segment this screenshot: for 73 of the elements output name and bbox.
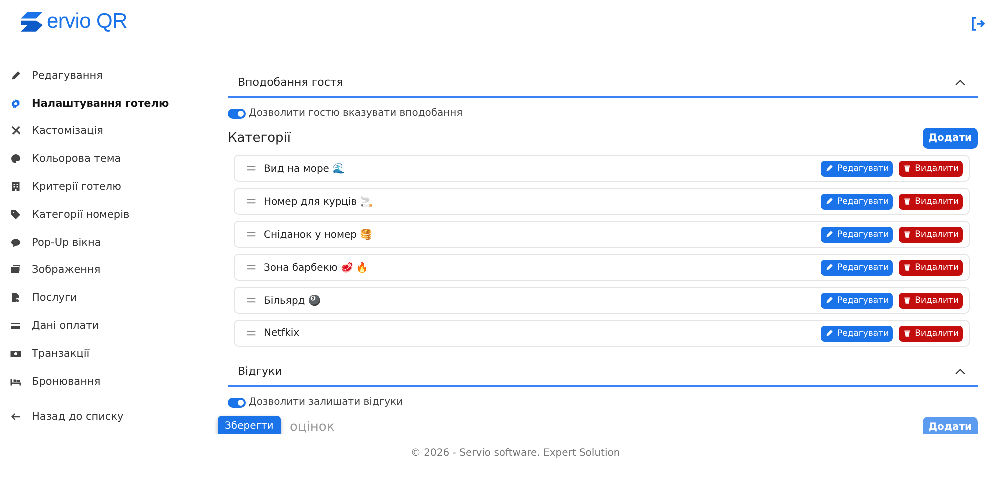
- palette-icon: [10, 153, 22, 166]
- category-name: Вид на море 🌊: [264, 162, 346, 174]
- chat-icon: [10, 236, 22, 249]
- delete-button[interactable]: Видалити: [899, 292, 963, 308]
- delete-button[interactable]: Видалити: [899, 160, 963, 176]
- toggle-switch[interactable]: [228, 108, 246, 118]
- edit-button[interactable]: Редагувати: [821, 260, 894, 276]
- edit-button[interactable]: Редагувати: [821, 160, 894, 176]
- accordion-header[interactable]: Відгуки: [228, 359, 978, 387]
- trash-icon: [903, 164, 912, 173]
- sidebar-item[interactable]: Послуги: [10, 284, 212, 312]
- logo-text: ervio QR: [47, 10, 128, 34]
- back-link[interactable]: Назад до списку: [10, 404, 212, 432]
- sidebar-item[interactable]: Категорії номерів: [10, 200, 212, 229]
- list-title: Категорії: [228, 131, 292, 146]
- delete-button[interactable]: Видалити: [899, 226, 963, 242]
- accordion-header[interactable]: Вподобання гостя: [228, 70, 978, 98]
- pencil-icon: [825, 263, 834, 272]
- sidebar-item[interactable]: Критерії готелю: [10, 173, 212, 201]
- edit-button[interactable]: Редагувати: [821, 194, 894, 210]
- logout-icon[interactable]: [970, 16, 986, 32]
- category-name: Більярд 🎱: [264, 294, 322, 306]
- sidebar-item[interactable]: Pop-Up вікна: [10, 228, 212, 257]
- category-name: Сніданок у номер 🥞: [264, 228, 374, 240]
- logo-icon: [18, 11, 46, 33]
- drag-handle-icon[interactable]: [247, 199, 256, 204]
- add-button[interactable]: Додати: [922, 128, 978, 149]
- sidebar-item[interactable]: Транзакції: [10, 340, 212, 368]
- sidebar-item[interactable]: Кастомізація: [10, 118, 212, 146]
- sidebar-item[interactable]: Зображення: [10, 256, 212, 284]
- pencil-icon: [825, 329, 834, 338]
- trash-icon: [903, 230, 912, 239]
- edit-button[interactable]: Редагувати: [821, 292, 894, 308]
- delete-button[interactable]: Видалити: [899, 194, 963, 210]
- pencil-icon: [825, 164, 834, 173]
- drag-handle-icon[interactable]: [247, 232, 256, 237]
- sidebar-item[interactable]: Бронювання: [10, 368, 212, 396]
- edit-button[interactable]: Редагувати: [821, 326, 894, 342]
- list-title: оцінок: [290, 420, 335, 434]
- toggle-label: Дозволити гостю вказувати вподобання: [249, 108, 463, 119]
- category-name: Номер для курців 🚬: [264, 196, 374, 208]
- chevron-icon: [955, 368, 966, 375]
- trash-icon: [903, 296, 912, 305]
- edit-button[interactable]: Редагувати: [821, 226, 894, 242]
- chevron-icon: [955, 79, 966, 86]
- pencil-icon: [825, 296, 834, 305]
- drag-handle-icon[interactable]: [247, 331, 256, 336]
- sidebar-item[interactable]: Налаштування готелю: [10, 90, 212, 118]
- trash-icon: [903, 197, 912, 206]
- toggle-label: Дозволити залишати відгуки: [249, 397, 404, 408]
- sidebar-item[interactable]: Дані оплати: [10, 312, 212, 340]
- building-icon: [10, 181, 22, 194]
- delete-button[interactable]: Видалити: [899, 260, 963, 276]
- arrow-left-icon: [10, 411, 22, 424]
- delete-button[interactable]: Видалити: [899, 326, 963, 342]
- pencil-icon: [825, 197, 834, 206]
- sidebar-item[interactable]: Редагування: [10, 62, 212, 90]
- category-name: Netfkix: [264, 328, 301, 339]
- drag-handle-icon[interactable]: [247, 166, 256, 171]
- trash-icon: [903, 263, 912, 272]
- file-icon: [10, 292, 22, 304]
- drag-handle-icon[interactable]: [247, 298, 256, 303]
- sidebar-item[interactable]: Кольорова тема: [10, 145, 212, 174]
- footer-text: © 2026 - Servio software. Expert Solution: [411, 448, 620, 459]
- trash-icon: [903, 329, 912, 338]
- category-name: Зона барбекю 🥩 🔥: [264, 262, 370, 274]
- pencil-icon: [825, 230, 834, 239]
- save-button[interactable]: Зберегти: [218, 416, 281, 434]
- gear-icon: [10, 98, 22, 110]
- toggle-switch[interactable]: [228, 398, 246, 408]
- tag-icon: [10, 208, 22, 221]
- pencil-icon: [10, 70, 22, 82]
- drag-handle-icon[interactable]: [247, 265, 256, 270]
